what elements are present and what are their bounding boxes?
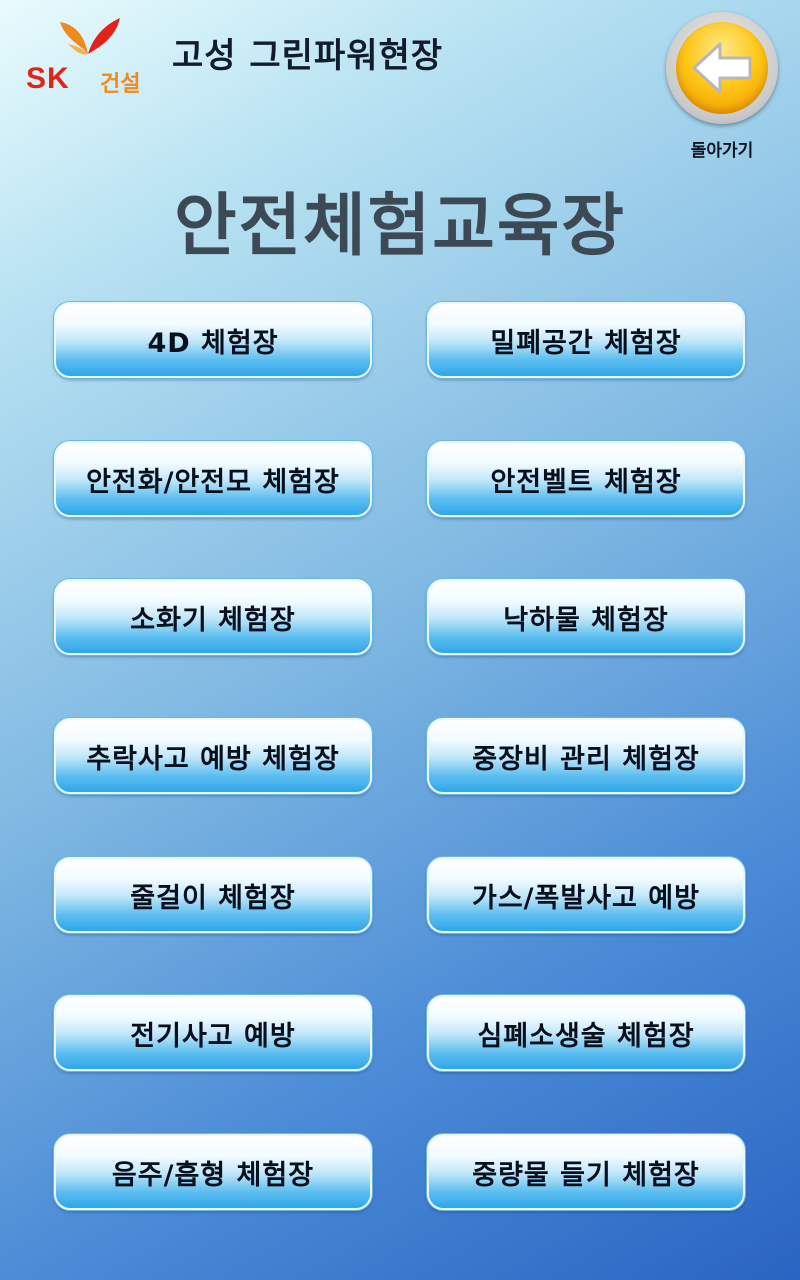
- arrow-left-icon: [692, 42, 752, 94]
- menu-button-label: 중량물 들기 체험장: [472, 1159, 700, 1191]
- menu-button-falling-objects[interactable]: 낙하물 체험장: [427, 579, 745, 655]
- menu-button-rigging[interactable]: 줄걸이 체험장: [54, 857, 372, 933]
- logo-brand-text: SK: [26, 62, 70, 95]
- sk-butterfly-icon: [60, 18, 120, 55]
- page-title: 안전체험교육장: [174, 187, 626, 266]
- menu-button-label: 안전벨트 체험장: [490, 466, 682, 498]
- menu-button-label: 소화기 체험장: [130, 604, 296, 636]
- menu-button-label: 음주/흡형 체험장: [111, 1159, 315, 1191]
- menu-button-label: 낙하물 체험장: [503, 604, 669, 636]
- menu-button-label: 심폐소생술 체험장: [477, 1020, 695, 1052]
- menu-button-fall-prevention[interactable]: 추락사고 예방 체험장: [54, 718, 372, 794]
- menu-button-cpr[interactable]: 심폐소생술 체험장: [427, 995, 745, 1071]
- back-button[interactable]: [666, 12, 778, 124]
- menu-button-label: 밀폐공간 체험장: [490, 327, 682, 359]
- sk-logo: SK 건설: [26, 14, 156, 97]
- site-title: 고성 그린파워현장: [172, 36, 444, 76]
- logo-division-text: 건설: [100, 72, 141, 97]
- menu-button-safety-belt[interactable]: 안전벨트 체험장: [427, 441, 745, 517]
- menu-button-heavy-lifting[interactable]: 중량물 들기 체험장: [427, 1134, 745, 1210]
- menu-button-drinking-smoking[interactable]: 음주/흡형 체험장: [54, 1134, 372, 1210]
- menu-button-label: 추락사고 예방 체험장: [86, 743, 340, 775]
- menu-button-fire-extinguisher[interactable]: 소화기 체험장: [54, 579, 372, 655]
- back-control: 돌아가기: [666, 12, 778, 162]
- menu-button-gas-explosion[interactable]: 가스/폭발사고 예방: [427, 857, 745, 933]
- menu-button-safety-shoes-helmet[interactable]: 안전화/안전모 체험장: [54, 441, 372, 517]
- menu-button-label: 가스/폭발사고 예방: [472, 882, 700, 914]
- menu-button-4d[interactable]: 4D 체험장: [54, 302, 372, 378]
- menu-button-heavy-equipment[interactable]: 중장비 관리 체험장: [427, 718, 745, 794]
- menu-button-electrical[interactable]: 전기사고 예방: [54, 995, 372, 1071]
- menu-button-label: 줄걸이 체험장: [130, 882, 296, 914]
- menu-button-label: 전기사고 예방: [130, 1020, 296, 1052]
- back-button-label: 돌아가기: [690, 141, 754, 161]
- menu-button-label: 안전화/안전모 체험장: [86, 466, 340, 498]
- menu-button-label: 4D 체험장: [147, 327, 279, 359]
- menu-button-confined-space[interactable]: 밀폐공간 체험장: [427, 302, 745, 378]
- menu-button-label: 중장비 관리 체험장: [472, 743, 700, 775]
